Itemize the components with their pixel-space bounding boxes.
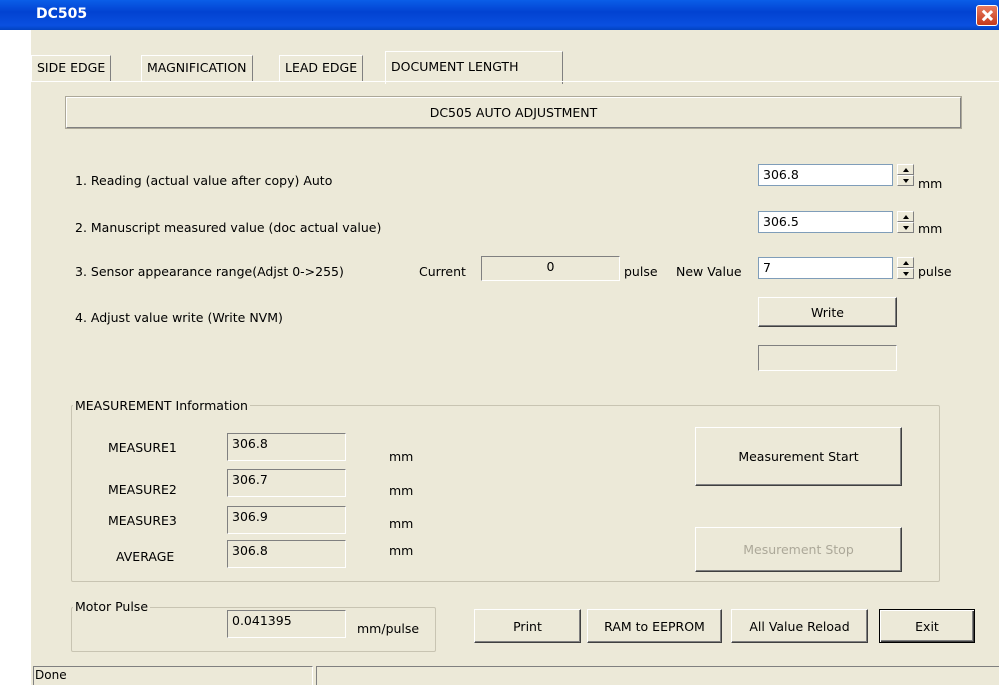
tab-side-edge[interactable]: SIDE EDGE: [31, 55, 112, 82]
manuscript-unit: mm: [918, 221, 943, 236]
measure2-label: MEASURE2: [108, 482, 177, 497]
tab-magnification[interactable]: MAGNIFICATION: [141, 55, 253, 82]
average-label: AVERAGE: [116, 549, 175, 564]
sensor-new-label: New Value: [676, 264, 742, 279]
measure3-value: 306.9: [227, 506, 346, 534]
average-unit: mm: [389, 543, 414, 558]
left-strip: [0, 30, 31, 685]
print-button[interactable]: Print: [474, 609, 581, 643]
measurement-start-button[interactable]: Measurement Start: [695, 427, 902, 486]
manuscript-input[interactable]: 306.5: [758, 211, 893, 233]
reading-spinner[interactable]: [897, 164, 914, 186]
arrow-up-icon: [903, 215, 909, 219]
measurement-stop-button[interactable]: Mesurement Stop: [695, 527, 902, 572]
status-bar-left: [33, 666, 313, 685]
sensor-label: 3. Sensor appearance range(Adjst 0->255): [75, 264, 344, 279]
sensor-new-unit: pulse: [918, 264, 952, 279]
arrow-up-icon: [903, 261, 909, 265]
motor-pulse-value: 0.041395: [227, 610, 346, 638]
arrow-down-icon: [903, 272, 909, 276]
measure3-unit: mm: [389, 516, 414, 531]
manuscript-spinner[interactable]: [897, 211, 914, 233]
sensor-current-value: 0: [481, 256, 620, 281]
reading-label: 1. Reading (actual value after copy) Aut…: [75, 173, 333, 188]
exit-button[interactable]: Exit: [879, 609, 975, 643]
status-text: Done: [35, 668, 67, 682]
sensor-current-unit: pulse: [624, 264, 658, 279]
sensor-new-input[interactable]: 7: [758, 257, 893, 279]
measure1-unit: mm: [389, 449, 414, 464]
adjustment-banner: DC505 AUTO ADJUSTMENT: [65, 96, 962, 129]
reading-unit: mm: [918, 176, 943, 191]
measure3-label: MEASURE3: [108, 513, 177, 528]
window-title: DC505: [36, 6, 88, 22]
arrow-down-icon: [903, 226, 909, 230]
measure2-value: 306.7: [227, 469, 346, 497]
measurement-group-title: MEASUREMENT Information: [73, 398, 250, 413]
measure1-value: 306.8: [227, 433, 346, 461]
write-status-field: [758, 345, 897, 371]
all-value-reload-button[interactable]: All Value Reload: [731, 609, 868, 643]
arrow-up-icon: [903, 168, 909, 172]
ram-to-eeprom-button[interactable]: RAM to EEPROM: [587, 609, 722, 643]
status-bar-right: [316, 666, 999, 685]
measure2-unit: mm: [389, 483, 414, 498]
tab-lead-edge[interactable]: LEAD EDGE: [279, 55, 364, 82]
sensor-spinner[interactable]: [897, 257, 914, 279]
tab-document-length[interactable]: DOCUMENT LENGTH: [385, 51, 563, 84]
sensor-current-label: Current: [419, 264, 466, 279]
average-value: 306.8: [227, 540, 346, 568]
close-icon[interactable]: [976, 5, 998, 26]
title-bar[interactable]: [0, 0, 999, 30]
write-button[interactable]: Write: [758, 297, 897, 327]
manuscript-label: 2. Manuscript measured value (doc actual…: [75, 220, 382, 235]
arrow-down-icon: [903, 179, 909, 183]
write-label: 4. Adjust value write (Write NVM): [75, 310, 283, 325]
measure1-label: MEASURE1: [108, 440, 177, 455]
motor-pulse-unit: mm/pulse: [357, 621, 420, 636]
reading-input[interactable]: 306.8: [758, 164, 893, 186]
motor-pulse-title: Motor Pulse: [73, 599, 151, 614]
